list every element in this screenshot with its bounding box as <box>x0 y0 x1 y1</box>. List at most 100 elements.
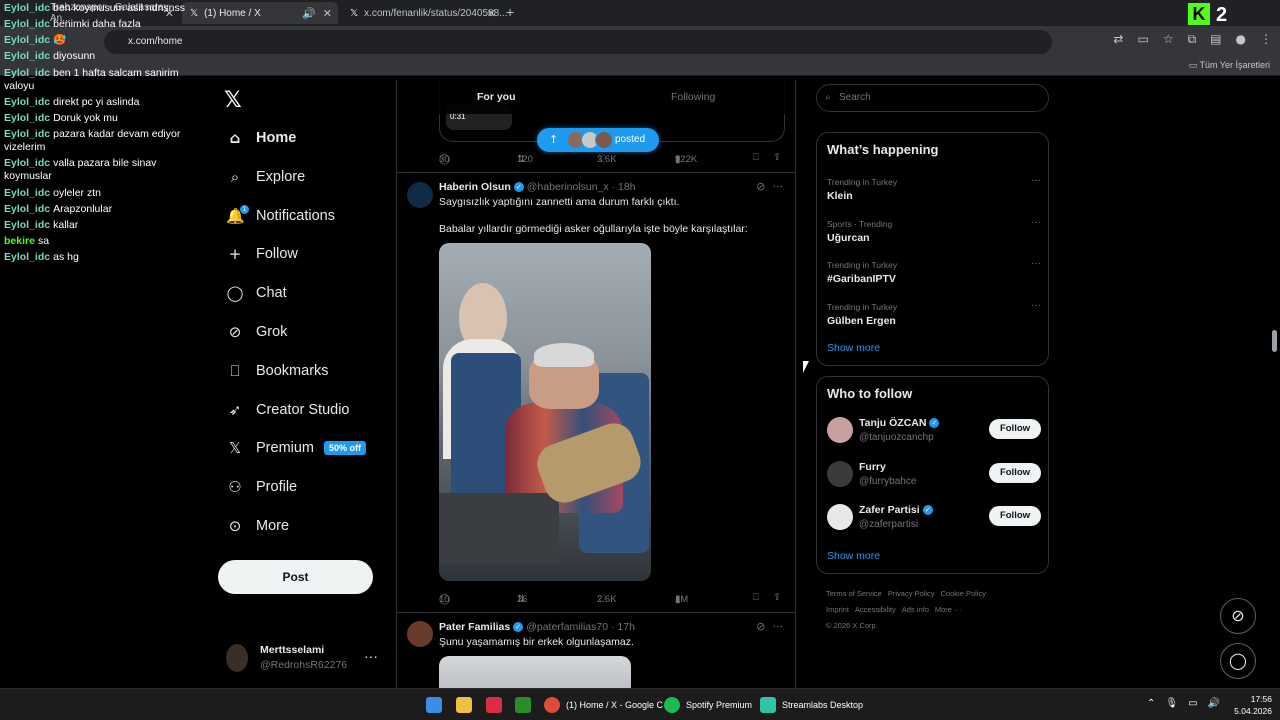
suggestion-name-row[interactable]: Furry <box>859 461 886 473</box>
author-name[interactable]: Haberin Olsun <box>439 181 511 193</box>
translate-icon[interactable]: ⇄ <box>1113 32 1123 47</box>
more-dots-icon[interactable]: ··· <box>773 620 784 633</box>
footer-link[interactable]: © 2026 X Corp. <box>826 621 878 630</box>
chat-username[interactable]: Eylol_idc <box>4 34 50 46</box>
app-button[interactable] <box>486 697 508 713</box>
sidebar-item-creator-studio[interactable]: ➶ Creator Studio <box>226 397 350 423</box>
show-more-link[interactable]: Show more <box>827 550 880 562</box>
footer-link[interactable]: Cookie Policy <box>941 589 986 598</box>
footer-link[interactable]: Imprint <box>826 605 849 614</box>
close-icon[interactable]: ✕ <box>323 7 332 20</box>
tab-for-you[interactable]: For you <box>477 91 516 103</box>
all-bookmarks-button[interactable]: ▭ Tüm Yer İşaretleri <box>1189 60 1270 71</box>
share-icon[interactable]: ⇪ <box>773 592 781 603</box>
more-dots-icon[interactable]: ··· <box>1031 258 1041 269</box>
grok-fab-icon[interactable]: ⊘ <box>1220 598 1256 634</box>
extensions-icon[interactable]: ⧉ <box>1188 32 1197 47</box>
scrollbar[interactable] <box>1272 330 1277 352</box>
new-posts-pill[interactable]: ↑ posted <box>537 128 659 152</box>
avatar[interactable] <box>827 504 853 530</box>
x-logo-icon[interactable]: 𝕏 <box>224 88 242 113</box>
footer-link[interactable]: Ads info <box>902 605 929 614</box>
follow-suggestion[interactable]: Tanju ÖZCAN ✓ @tanjuozcanchp Follow <box>827 415 1041 447</box>
close-icon[interactable]: ✕ <box>487 7 496 20</box>
sidebar-item-explore[interactable]: ⌕ Explore <box>226 164 305 190</box>
browser-tab-2[interactable]: 𝕏 (1) Home / X 🔊 ✕ <box>182 2 338 24</box>
cast-icon[interactable]: ▭ <box>1137 32 1148 47</box>
more-dots-icon[interactable]: ··· <box>364 648 378 664</box>
start-button[interactable] <box>426 697 448 713</box>
chat-username[interactable]: Eylol_idc <box>4 112 50 124</box>
footer-link[interactable]: Privacy Policy <box>888 589 935 598</box>
author-handle[interactable]: @paterfamilias70 <box>526 621 608 633</box>
chat-username[interactable]: Eylol_idc <box>4 67 50 79</box>
footer-link[interactable]: More ··· <box>935 605 962 614</box>
chat-username[interactable]: Eylol_idc <box>4 251 50 263</box>
chat-username[interactable]: Eylol_idc <box>4 96 50 108</box>
tabs-icon[interactable]: ▤ <box>1210 32 1221 47</box>
trend-item[interactable]: Sports · Trending Uğurcan ··· <box>827 217 1041 244</box>
xbox-button[interactable] <box>515 697 537 713</box>
tab-following[interactable]: Following <box>671 91 715 103</box>
suggestion-name-row[interactable]: Tanju ÖZCAN ✓ <box>859 417 942 429</box>
more-dots-icon[interactable]: ··· <box>1031 175 1041 186</box>
bookmark-icon[interactable]: ⎕ <box>753 152 759 163</box>
taskbar-item-spotify[interactable]: Spotify Premium <box>664 697 752 713</box>
search-input[interactable]: ⌕ Search <box>816 84 1049 112</box>
share-icon[interactable]: ⇪ <box>773 152 781 163</box>
more-dots-icon[interactable]: ··· <box>1031 217 1041 228</box>
browser-tab-3[interactable]: 𝕏 x.com/fenanlik/status/2040568... ✕ <box>342 2 507 24</box>
tweet-time[interactable]: 17h <box>617 621 635 633</box>
chat-username[interactable]: bekire <box>4 235 35 247</box>
post-button[interactable]: Post <box>218 560 373 594</box>
tweet-time[interactable]: 18h <box>618 181 636 193</box>
avatar[interactable] <box>407 182 433 208</box>
trend-item[interactable]: Trending in Turkey #GaribanIPTV ··· <box>827 258 1041 285</box>
chat-username[interactable]: Eylol_idc <box>4 219 50 231</box>
follow-button[interactable]: Follow <box>989 506 1041 526</box>
microphone-icon[interactable]: 🎙 <box>1165 698 1178 709</box>
taskbar-item-streamlabs[interactable]: Streamlabs Desktop <box>760 697 863 713</box>
taskbar-item-chrome[interactable]: (1) Home / X - Google C <box>544 697 663 713</box>
sidebar-item-grok[interactable]: ⊘ Grok <box>226 319 288 345</box>
avatar[interactable] <box>407 621 433 647</box>
messages-fab-icon[interactable]: ◯ <box>1220 643 1256 679</box>
chat-username[interactable]: Eylol_idc <box>4 187 50 199</box>
author-name[interactable]: Pater Familias <box>439 621 510 633</box>
follow-suggestion[interactable]: Furry @furrybahce Follow <box>827 459 1041 491</box>
chevron-up-icon[interactable]: ⌃ <box>1147 698 1155 709</box>
more-dots-icon[interactable]: ··· <box>773 180 784 193</box>
grok-icon[interactable]: ⊘ <box>756 620 765 633</box>
follow-button[interactable]: Follow <box>989 462 1041 483</box>
speaker-icon[interactable]: 🔊 <box>302 7 316 20</box>
chat-username[interactable]: Eylol_idc <box>4 157 50 169</box>
suggestion-name-row[interactable]: Zafer Partisi ✓ <box>859 504 936 516</box>
follow-suggestion[interactable]: Zafer Partisi ✓ @zaferpartisi Follow <box>827 502 1041 534</box>
clock[interactable]: 17:56 5.04.2026 <box>1234 693 1272 717</box>
chat-username[interactable]: Eylol_idc <box>4 18 50 30</box>
author-handle[interactable]: @haberinolsun_x <box>527 181 609 193</box>
account-switcher[interactable]: Merttsselami @RedrohsR62276 ··· <box>226 640 386 676</box>
sidebar-item-notifications[interactable]: 🔔 1 Notifications <box>226 203 335 229</box>
profile-icon[interactable]: ● <box>1236 32 1246 47</box>
grok-icon[interactable]: ⊘ <box>756 180 765 193</box>
chat-username[interactable]: Eylol_idc <box>4 50 50 62</box>
more-dots-icon[interactable]: ··· <box>1031 300 1041 311</box>
star-icon[interactable]: ☆ <box>1163 32 1174 47</box>
sidebar-item-home[interactable]: ⌂ Home <box>226 125 297 151</box>
show-more-link[interactable]: Show more <box>827 342 880 354</box>
avatar[interactable] <box>827 460 853 487</box>
footer-link[interactable]: Accessibility <box>855 605 896 614</box>
speaker-icon[interactable]: 🔊 <box>1208 698 1220 709</box>
tweet-media[interactable] <box>439 656 631 688</box>
url-field[interactable]: x.com/home <box>104 30 1052 54</box>
tweet-video[interactable] <box>439 243 651 581</box>
menu-icon[interactable]: ⋮ <box>1260 32 1272 47</box>
sidebar-item-follow[interactable]: + Follow <box>226 241 298 267</box>
bookmark-icon[interactable]: ⎕ <box>753 592 759 603</box>
file-explorer-button[interactable] <box>456 697 478 713</box>
chat-username[interactable]: Eylol_idc <box>4 128 50 140</box>
chat-username[interactable]: Eylol_idc <box>4 2 50 14</box>
sidebar-item-profile[interactable]: ⚇ Profile <box>226 474 297 500</box>
sidebar-item-bookmarks[interactable]: ⎕ Bookmarks <box>226 358 328 384</box>
